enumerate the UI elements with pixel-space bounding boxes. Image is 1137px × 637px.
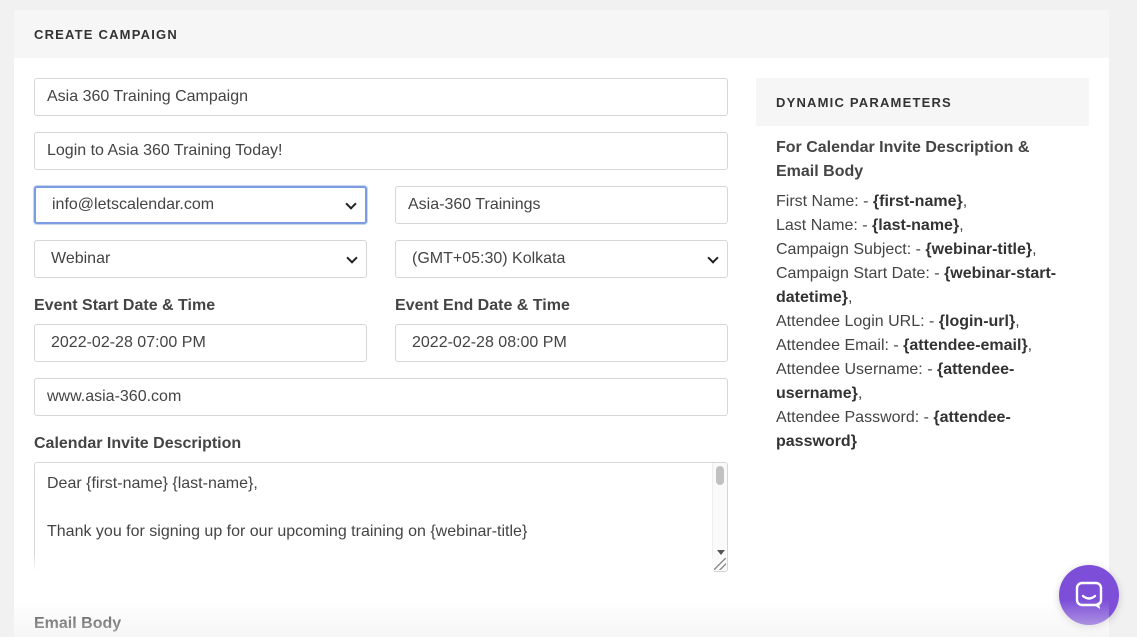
parameter-separator: , bbox=[1015, 313, 1020, 330]
chevron-down-icon bbox=[346, 254, 356, 264]
parameter-separator: , bbox=[857, 385, 863, 402]
dynamic-parameters-title: DYNAMIC PARAMETERS bbox=[776, 94, 952, 110]
parameter-separator: , bbox=[848, 289, 853, 306]
scroll-down-arrow-icon[interactable] bbox=[717, 550, 725, 555]
chevron-down-icon bbox=[345, 200, 355, 210]
parameter-line: Attendee Login URL: - {login-url}, bbox=[776, 310, 1076, 334]
parameter-separator: , bbox=[1027, 337, 1033, 354]
dynamic-parameters-subtitle: For Calendar Invite Description & Email … bbox=[776, 139, 1030, 180]
end-datetime-value: 2022-02-28 08:00 PM bbox=[412, 334, 567, 351]
parameter-label: Attendee Username: - bbox=[776, 361, 937, 378]
parameter-line: Attendee Password: - {attendee-password} bbox=[776, 406, 1076, 454]
invite-description-text: Dear {first-name} {last-name}, Thank you… bbox=[47, 475, 528, 540]
email-body-label: Email Body bbox=[34, 615, 122, 632]
from-email-value: info@letscalendar.com bbox=[52, 196, 215, 213]
parameter-line: Campaign Start Date: - {webinar-start-da… bbox=[776, 262, 1076, 310]
subject-value: Login to Asia 360 Training Today! bbox=[47, 142, 283, 159]
parameter-token: {first-name} bbox=[872, 193, 963, 210]
parameter-token: {last-name} bbox=[872, 217, 960, 234]
end-datetime-input[interactable]: 2022-02-28 08:00 PM bbox=[395, 324, 728, 362]
subject-input[interactable]: Login to Asia 360 Training Today! bbox=[34, 132, 728, 170]
timezone-value: (GMT+05:30) Kolkata bbox=[412, 250, 566, 267]
parameter-label: Attendee Login URL: - bbox=[776, 313, 939, 330]
from-email-select[interactable]: info@letscalendar.com bbox=[34, 186, 367, 224]
parameter-line: First Name: - {first-name}, bbox=[776, 190, 1076, 214]
parameter-line: Campaign Subject: - {webinar-title}, bbox=[776, 238, 1076, 262]
parameter-separator: , bbox=[959, 217, 964, 234]
chat-launcher-button[interactable] bbox=[1059, 565, 1119, 625]
from-name-value: Asia-360 Trainings bbox=[408, 196, 541, 213]
start-datetime-label: Event Start Date & Time bbox=[34, 297, 216, 314]
chevron-down-icon bbox=[707, 254, 717, 264]
chat-bubble-icon bbox=[1075, 581, 1103, 609]
parameter-separator: , bbox=[962, 193, 968, 210]
start-datetime-input[interactable]: 2022-02-28 07:00 PM bbox=[34, 324, 367, 362]
parameter-token: {attendee-email} bbox=[903, 337, 1028, 354]
campaign-name-value: Asia 360 Training Campaign bbox=[47, 88, 249, 105]
from-name-input[interactable]: Asia-360 Trainings bbox=[395, 186, 728, 224]
website-input[interactable]: www.asia-360.com bbox=[34, 378, 728, 416]
start-datetime-value: 2022-02-28 07:00 PM bbox=[51, 334, 206, 351]
parameter-label: Last Name: - bbox=[776, 217, 873, 234]
website-value: www.asia-360.com bbox=[47, 388, 182, 405]
campaign-name-input[interactable]: Asia 360 Training Campaign bbox=[34, 78, 728, 116]
page-title: CREATE CAMPAIGN bbox=[34, 26, 178, 42]
dynamic-parameters-panel: For Calendar Invite Description & Email … bbox=[776, 136, 1076, 454]
parameter-token: {login-url} bbox=[938, 313, 1016, 330]
parameter-line: Attendee Username: - {attendee-username}… bbox=[776, 358, 1076, 406]
card-header: CREATE CAMPAIGN bbox=[14, 10, 1109, 58]
parameter-line: Last Name: - {last-name}, bbox=[776, 214, 1076, 238]
parameter-line: Attendee Email: - {attendee-email}, bbox=[776, 334, 1076, 358]
parameter-list: First Name: - {first-name}, Last Name: - … bbox=[776, 190, 1076, 454]
dynamic-parameters-header: DYNAMIC PARAMETERS bbox=[756, 78, 1089, 126]
event-type-select[interactable]: Webinar bbox=[34, 240, 367, 278]
parameter-label: Attendee Email: - bbox=[776, 337, 904, 354]
textarea-fade bbox=[34, 555, 714, 572]
textarea-scrollbar[interactable] bbox=[712, 463, 727, 571]
resize-handle-icon[interactable] bbox=[714, 558, 726, 570]
parameter-label: Attendee Password: - bbox=[776, 409, 934, 426]
parameter-separator: , bbox=[1032, 241, 1037, 258]
parameter-label: Campaign Subject: - bbox=[776, 241, 926, 258]
scrollbar-thumb[interactable] bbox=[716, 466, 724, 485]
parameter-label: First Name: - bbox=[776, 193, 873, 210]
event-type-value: Webinar bbox=[51, 250, 111, 267]
invite-description-label: Calendar Invite Description bbox=[34, 435, 242, 452]
parameter-token: {webinar-title} bbox=[925, 241, 1033, 258]
timezone-select[interactable]: (GMT+05:30) Kolkata bbox=[395, 240, 728, 278]
end-datetime-label: Event End Date & Time bbox=[395, 297, 570, 314]
parameter-label: Campaign Start Date: - bbox=[776, 265, 945, 282]
